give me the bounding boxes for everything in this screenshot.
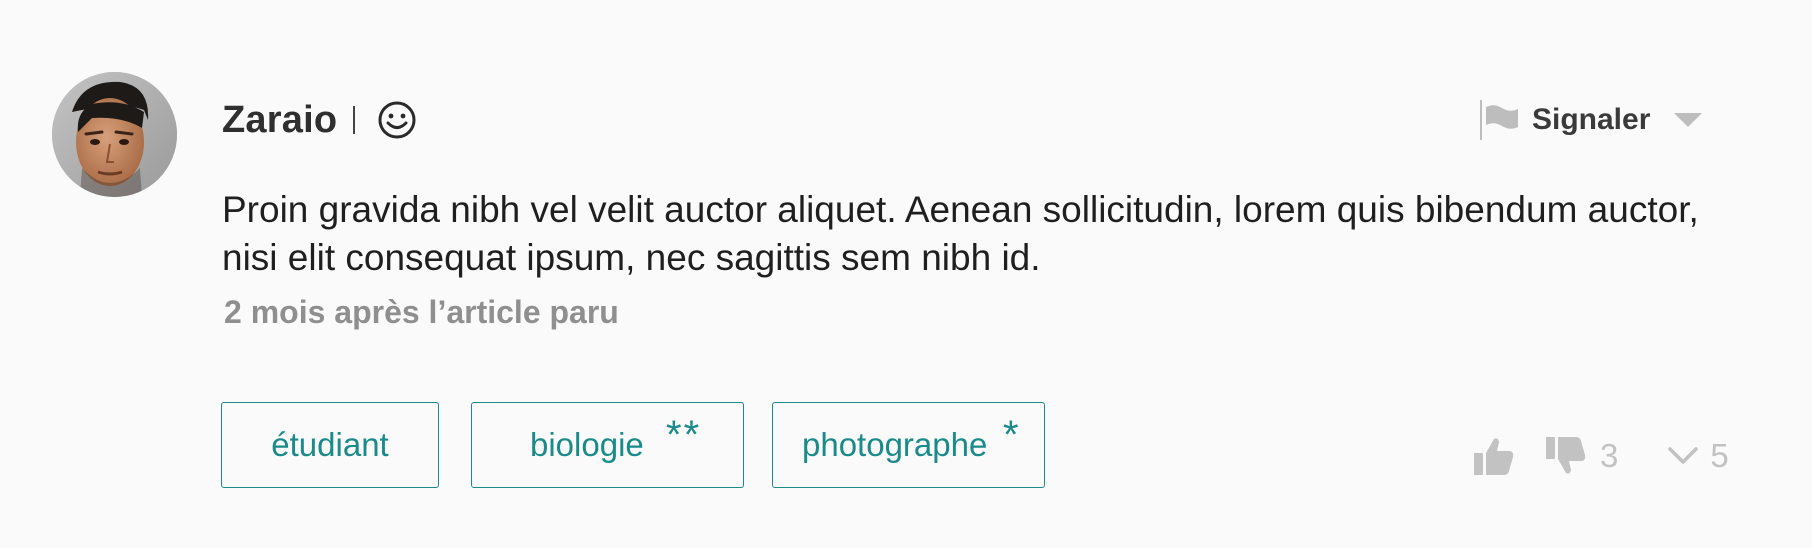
tag-stars: * <box>1003 413 1021 457</box>
vote-bar: 3 5 <box>1474 432 1729 480</box>
tag-label: photographe <box>802 426 988 463</box>
author-line: Zaraio <box>222 96 417 144</box>
comment-card: Zaraio Signaler Proin gravida nibh vel v… <box>0 0 1812 548</box>
tag-photographe[interactable]: photographe * <box>772 402 1045 488</box>
author-name[interactable]: Zaraio <box>222 99 337 142</box>
chevron-down-icon[interactable] <box>1674 113 1703 127</box>
report-label: Signaler <box>1532 103 1651 136</box>
tag-biologie[interactable]: biologie ** <box>471 402 744 488</box>
flag-icon <box>1486 105 1520 135</box>
thumbs-up-icon[interactable] <box>1474 437 1514 475</box>
reply-count: 5 <box>1710 437 1729 474</box>
comment-text: Proin gravida nibh vel velit auctor aliq… <box>222 189 1699 278</box>
chevron-down-icon[interactable] <box>1668 446 1699 466</box>
smiley-icon <box>377 100 417 140</box>
tag-stars: ** <box>666 413 702 457</box>
tag-list: étudiant biologie ** photographe * <box>221 402 1045 488</box>
comment-timestamp: 2 mois après l’article paru <box>224 294 619 330</box>
tag-etudiant[interactable]: étudiant <box>221 402 439 488</box>
tag-label: biologie <box>530 426 644 463</box>
report-button[interactable]: Signaler <box>1480 100 1703 140</box>
author-divider <box>353 106 356 134</box>
dislike-count: 3 <box>1600 437 1619 474</box>
flag-pole <box>1480 100 1482 140</box>
avatar[interactable] <box>52 72 177 197</box>
tag-label: étudiant <box>271 426 389 463</box>
thumbs-down-icon[interactable] <box>1546 437 1586 475</box>
